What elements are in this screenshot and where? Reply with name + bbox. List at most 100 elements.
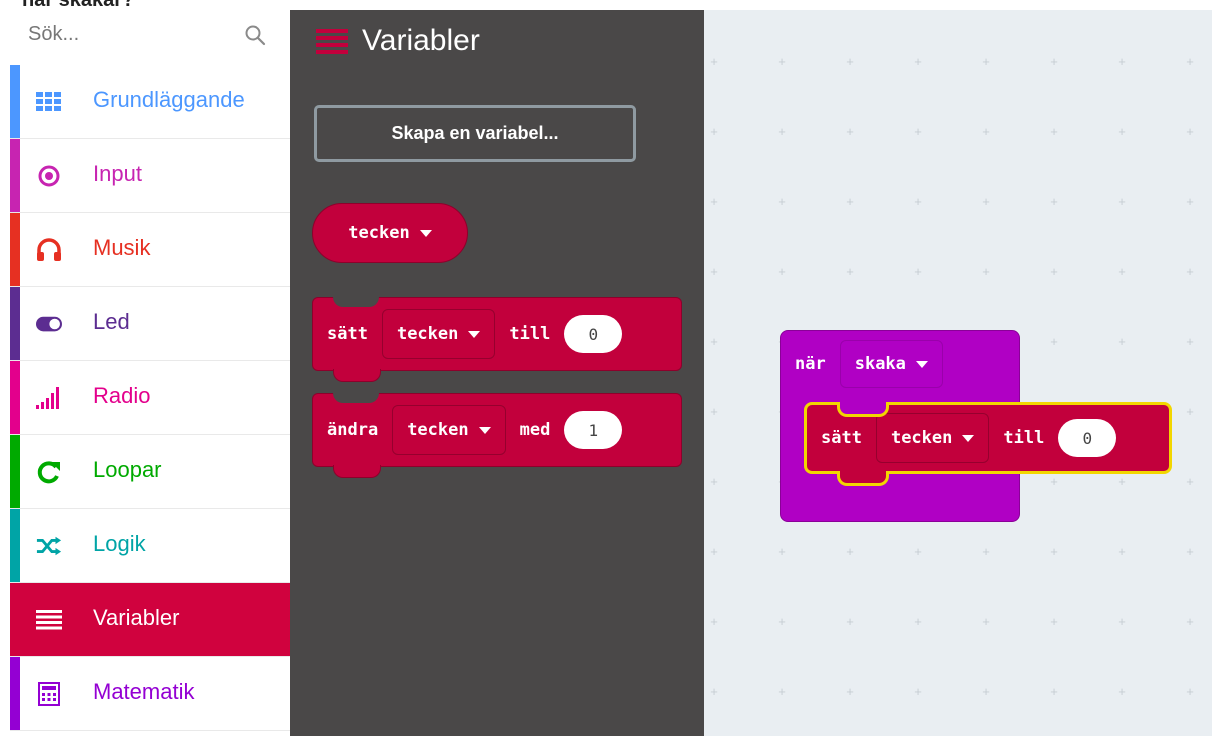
grid-cross: + bbox=[1186, 614, 1194, 629]
category-label: Input bbox=[93, 161, 142, 186]
grid-cross: + bbox=[1186, 334, 1194, 349]
gesture-dropdown[interactable]: skaka bbox=[839, 340, 943, 388]
grid-cross: + bbox=[1118, 684, 1126, 699]
category-color-bar bbox=[10, 435, 20, 508]
block-notch bbox=[837, 402, 889, 417]
grid-cross: + bbox=[1186, 544, 1194, 559]
variables-flyout: Variabler Skapa en variabel... tecken sä… bbox=[290, 10, 704, 736]
grid-cross: + bbox=[778, 54, 786, 69]
category-logik[interactable]: Logik bbox=[10, 509, 290, 583]
block-keyword: till bbox=[1003, 428, 1045, 448]
grid-cross: + bbox=[710, 264, 718, 279]
set-variable-block[interactable]: sätt tecken till 0 bbox=[312, 297, 682, 382]
grid-cross: + bbox=[710, 614, 718, 629]
grid-cross: + bbox=[982, 544, 990, 559]
category-color-bar bbox=[10, 509, 20, 582]
grid-cross: + bbox=[1050, 474, 1058, 489]
block-notch bbox=[333, 369, 381, 382]
grid-cross: + bbox=[846, 544, 854, 559]
category-grundlaggande[interactable]: Grundläggande bbox=[10, 65, 290, 139]
grid-cross: + bbox=[778, 684, 786, 699]
grid-cross: + bbox=[710, 54, 718, 69]
grid-cross: + bbox=[1186, 54, 1194, 69]
variable-dropdown[interactable]: tecken bbox=[381, 309, 496, 359]
block-notch bbox=[837, 471, 889, 486]
flyout-header: Variabler bbox=[316, 23, 480, 59]
block-notch bbox=[333, 393, 379, 403]
category-radio[interactable]: Radio bbox=[10, 361, 290, 435]
grid-cross: + bbox=[1050, 544, 1058, 559]
grid-cross: + bbox=[710, 684, 718, 699]
number-input[interactable]: 1 bbox=[564, 411, 623, 449]
category-loopar[interactable]: Loopar bbox=[10, 435, 290, 509]
grid-cross: + bbox=[982, 124, 990, 139]
category-color-bar bbox=[10, 287, 20, 360]
grid-cross: + bbox=[846, 124, 854, 139]
change-variable-block[interactable]: ändra tecken med 1 bbox=[312, 393, 682, 478]
grid-cross: + bbox=[778, 124, 786, 139]
category-label: Musik bbox=[93, 235, 151, 260]
block-keyword: sätt bbox=[821, 428, 862, 448]
dropdown-caret-icon bbox=[915, 360, 928, 368]
search-input[interactable] bbox=[28, 18, 228, 50]
category-musik[interactable]: Musik bbox=[10, 213, 290, 287]
category-label: Variabler bbox=[93, 605, 180, 630]
block-keyword: sätt bbox=[327, 324, 368, 344]
block-keyword: med bbox=[519, 420, 551, 440]
grid-cross: + bbox=[846, 264, 854, 279]
grid-cross: + bbox=[1186, 474, 1194, 489]
grid-icon bbox=[36, 89, 62, 115]
variable-reporter-block[interactable]: tecken bbox=[312, 203, 468, 263]
category-led[interactable]: Led bbox=[10, 287, 290, 361]
number-input[interactable]: 0 bbox=[564, 315, 623, 353]
block-keyword: ändra bbox=[327, 420, 379, 440]
grid-cross: + bbox=[1186, 264, 1194, 279]
variable-dropdown[interactable]: tecken bbox=[392, 405, 506, 455]
grid-cross: + bbox=[778, 194, 786, 209]
grid-cross: + bbox=[1050, 54, 1058, 69]
signal-icon bbox=[36, 385, 62, 411]
grid-cross: + bbox=[914, 54, 922, 69]
category-color-bar bbox=[10, 657, 20, 730]
selected-set-variable-block[interactable]: sätt tecken till 0 bbox=[804, 402, 1172, 486]
grid-cross: + bbox=[710, 124, 718, 139]
dropdown-value: tecken bbox=[396, 324, 459, 344]
category-color-bar bbox=[10, 361, 20, 434]
category-color-bar bbox=[10, 139, 20, 212]
grid-cross: + bbox=[1186, 404, 1194, 419]
dropdown-value: skaka bbox=[854, 354, 906, 374]
grid-cross: + bbox=[982, 614, 990, 629]
dropdown-caret-icon bbox=[419, 229, 432, 237]
grid-cross: + bbox=[1050, 194, 1058, 209]
category-label: Logik bbox=[93, 531, 146, 556]
grid-cross: + bbox=[982, 54, 990, 69]
category-input[interactable]: Input bbox=[10, 139, 290, 213]
variable-dropdown[interactable]: tecken bbox=[875, 413, 990, 463]
create-variable-button[interactable]: Skapa en variabel... bbox=[314, 105, 636, 162]
dropdown-value: tecken bbox=[407, 420, 469, 440]
category-label: Matematik bbox=[93, 679, 195, 704]
grid-cross: + bbox=[710, 474, 718, 489]
block-notch bbox=[333, 465, 381, 478]
grid-cross: + bbox=[914, 124, 922, 139]
dropdown-value: tecken bbox=[890, 428, 953, 448]
grid-cross: + bbox=[1050, 684, 1058, 699]
grid-cross: + bbox=[914, 544, 922, 559]
grid-cross: + bbox=[1186, 194, 1194, 209]
target-icon bbox=[36, 163, 62, 189]
grid-cross: + bbox=[846, 614, 854, 629]
workspace-canvas[interactable]: + + + + + + + + + + + + + + + + + + + + + + + + + + + + + + + + + + + + + + + +… bbox=[704, 10, 1212, 736]
grid-cross: + bbox=[846, 194, 854, 209]
category-variabler[interactable]: Variabler bbox=[10, 583, 290, 657]
grid-cross: + bbox=[1186, 124, 1194, 139]
number-input[interactable]: 0 bbox=[1058, 419, 1117, 457]
grid-cross: + bbox=[1050, 334, 1058, 349]
grid-cross: + bbox=[710, 194, 718, 209]
grid-cross: + bbox=[778, 544, 786, 559]
toolbox-search bbox=[0, 10, 290, 65]
grid-cross: + bbox=[778, 264, 786, 279]
dropdown-caret-icon bbox=[962, 434, 975, 442]
grid-cross: + bbox=[710, 404, 718, 419]
search-icon[interactable] bbox=[244, 24, 266, 46]
category-matematik[interactable]: Matematik bbox=[10, 657, 290, 731]
